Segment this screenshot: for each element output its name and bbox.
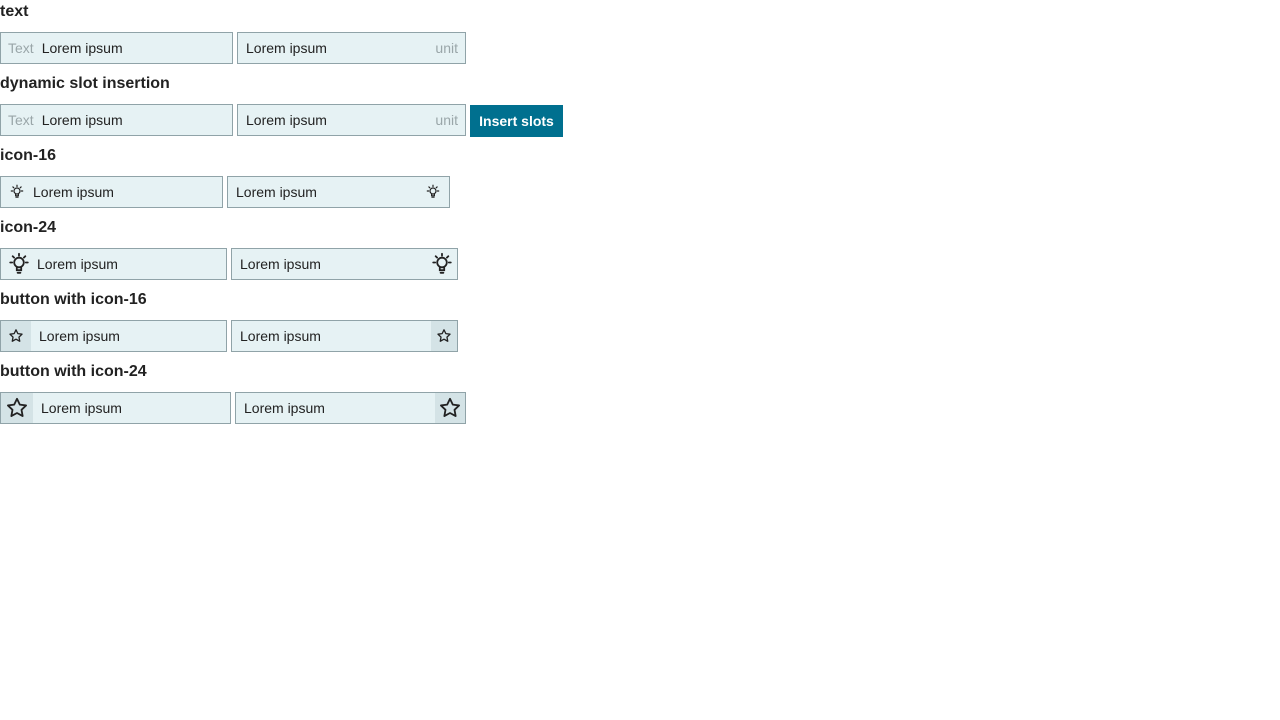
star-button[interactable] <box>435 393 465 423</box>
field-value: Lorem ipsum <box>244 400 325 416</box>
field-value: Lorem ipsum <box>41 112 123 128</box>
field-suffix: unit <box>435 40 458 56</box>
icon-24-field-trailing[interactable]: Lorem ipsum <box>231 248 458 280</box>
lightbulb-icon <box>417 184 449 200</box>
field-value: Lorem ipsum <box>246 112 327 128</box>
field-value: Lorem ipsum <box>41 40 123 56</box>
field-prefix: Text <box>8 112 34 128</box>
button-icon-24-field-leading[interactable]: Lorem ipsum <box>0 392 231 424</box>
section-heading-icon-16: icon-16 <box>0 147 57 164</box>
icon-16-field-leading[interactable]: Lorem ipsum <box>0 176 223 208</box>
field-value: Lorem ipsum <box>240 256 321 272</box>
field-value: Lorem ipsum <box>39 328 120 344</box>
field-prefix: Text <box>8 40 34 56</box>
button-icon-24-field-trailing[interactable]: Lorem ipsum <box>235 392 466 424</box>
star-icon <box>438 396 462 420</box>
field-value: Lorem ipsum <box>240 328 321 344</box>
field-value: Lorem ipsum <box>236 184 317 200</box>
field-suffix: unit <box>435 112 458 128</box>
field-value: Lorem ipsum <box>246 40 327 56</box>
dynamic-field-with-prefix[interactable]: Text Lorem ipsum <box>0 104 233 136</box>
star-icon <box>436 328 452 344</box>
section-heading-button-icon-24: button with icon-24 <box>0 363 147 380</box>
star-button[interactable] <box>431 321 457 351</box>
lightbulb-icon <box>427 252 457 276</box>
section-heading-dynamic: dynamic slot insertion <box>0 75 170 92</box>
section-heading-text: text <box>0 3 29 20</box>
field-value: Lorem ipsum <box>37 256 118 272</box>
lightbulb-icon <box>1 184 33 200</box>
lightbulb-icon <box>1 252 37 276</box>
star-button[interactable] <box>1 393 33 423</box>
star-button[interactable] <box>1 321 31 351</box>
button-icon-16-field-trailing[interactable]: Lorem ipsum <box>231 320 458 352</box>
section-heading-icon-24: icon-24 <box>0 219 57 236</box>
field-value: Lorem ipsum <box>41 400 122 416</box>
star-icon <box>8 328 24 344</box>
icon-24-field-leading[interactable]: Lorem ipsum <box>0 248 227 280</box>
text-field-with-suffix[interactable]: Lorem ipsum unit <box>237 32 466 64</box>
field-value: Lorem ipsum <box>33 184 114 200</box>
dynamic-field-with-suffix[interactable]: Lorem ipsum unit <box>237 104 466 136</box>
icon-16-field-trailing[interactable]: Lorem ipsum <box>227 176 450 208</box>
section-heading-button-icon-16: button with icon-16 <box>0 291 147 308</box>
text-field-with-prefix[interactable]: Text Lorem ipsum <box>0 32 233 64</box>
button-icon-16-field-leading[interactable]: Lorem ipsum <box>0 320 227 352</box>
insert-slots-button[interactable]: Insert slots <box>470 105 563 137</box>
star-icon <box>5 396 29 420</box>
